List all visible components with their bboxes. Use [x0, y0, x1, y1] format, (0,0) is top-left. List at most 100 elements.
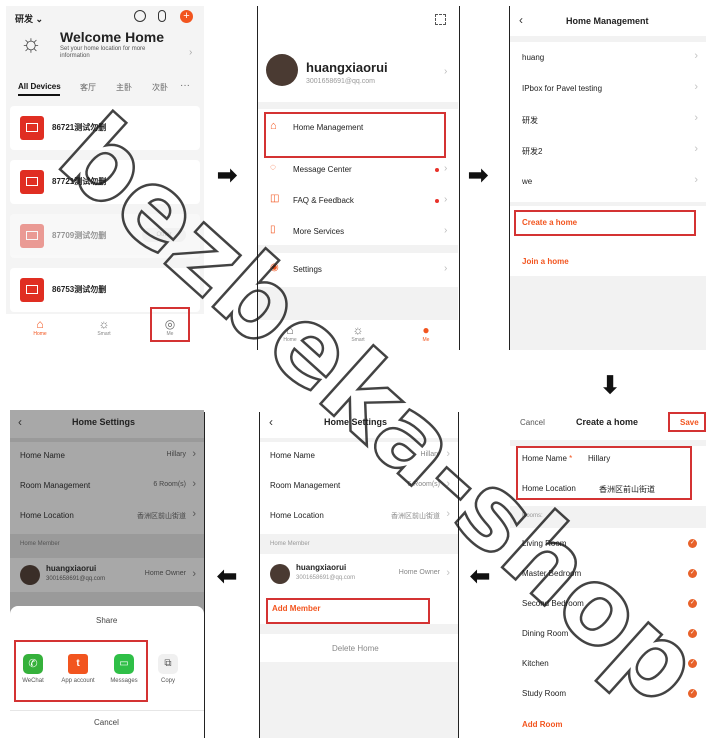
- check-icon: ✓: [688, 659, 697, 668]
- home-list-item[interactable]: we ›: [510, 174, 706, 194]
- highlight-create-home: [514, 210, 696, 236]
- device-name: 87709测试勿删: [52, 231, 107, 240]
- room-item[interactable]: Study Room ✓: [510, 686, 706, 706]
- add-room-button[interactable]: Add Room: [522, 720, 562, 729]
- rooms-label: Rooms:: [522, 513, 543, 519]
- scan-icon[interactable]: [435, 14, 446, 25]
- menu-settings[interactable]: ◉ Settings ›: [258, 253, 458, 287]
- tab-master-bedroom[interactable]: 主卧: [116, 82, 132, 93]
- device-card[interactable]: 87721测试勿删: [10, 160, 200, 204]
- panel-divider: [204, 412, 205, 738]
- camera-icon[interactable]: [134, 10, 146, 22]
- arrow-right-icon: ➡: [468, 162, 489, 189]
- faq-icon: ◫: [270, 193, 280, 204]
- join-home-button[interactable]: Join a home: [522, 257, 569, 266]
- smart-icon: ☼: [352, 323, 364, 337]
- back-icon[interactable]: ‹: [18, 415, 22, 429]
- arrow-left-icon: ⬅: [470, 563, 491, 590]
- device-icon: [20, 170, 44, 194]
- unread-dot: [435, 199, 439, 203]
- home-location-row[interactable]: Home Location 香洲区前山街道 ›: [260, 508, 458, 528]
- member-row[interactable]: huangxiaorui 3001658691@qq.com Home Owne…: [260, 560, 458, 588]
- device-card[interactable]: 87709测试勿删 Other: [10, 214, 200, 258]
- welcome-title: Welcome Home: [60, 29, 164, 45]
- room-item[interactable]: Second Bedroom ✓: [510, 596, 706, 616]
- room-management-row: Room Management 6 Room(s) ›: [20, 478, 196, 490]
- home-icon: ⌂: [286, 323, 294, 337]
- me-icon: ●: [422, 323, 430, 337]
- highlight-add-member: [266, 598, 430, 624]
- add-icon[interactable]: +: [180, 10, 193, 23]
- device-card[interactable]: 86753测试勿删: [10, 268, 200, 312]
- tab-living-room[interactable]: 客厅: [80, 82, 96, 93]
- tab-all-devices[interactable]: All Devices: [18, 82, 61, 91]
- device-card[interactable]: 86721测试勿删: [10, 106, 200, 150]
- cancel-button[interactable]: Cancel: [520, 418, 545, 427]
- room-management-row[interactable]: Room Management 6 Room(s) ›: [260, 478, 458, 498]
- menu-message-center[interactable]: ◌ Message Center ›: [258, 158, 458, 184]
- highlight-home-management: [264, 112, 446, 158]
- nav-home[interactable]: ⌂ Home: [28, 317, 52, 337]
- nav-me[interactable]: ● Me: [414, 323, 438, 343]
- copy-icon: ⧉: [158, 654, 178, 674]
- back-icon[interactable]: ‹: [269, 415, 273, 429]
- bookmark-icon: ▯: [270, 224, 276, 235]
- highlight-save: [668, 412, 706, 432]
- user-email: 3001658691@qq.com: [306, 78, 375, 85]
- home-list-item[interactable]: huang ›: [510, 50, 706, 70]
- arrow-left-icon: ⬅: [217, 563, 238, 590]
- home-list-item[interactable]: 研发2 ›: [510, 143, 706, 163]
- home-list-item[interactable]: 研发 ›: [510, 112, 706, 132]
- section-label: Home Member: [270, 541, 310, 547]
- arrow-right-icon: ➡: [217, 162, 238, 189]
- settings-icon: ◉: [270, 262, 279, 273]
- avatar[interactable]: [266, 54, 298, 86]
- cancel-button[interactable]: Cancel: [94, 718, 119, 727]
- room-item[interactable]: Master Bedroom ✓: [510, 566, 706, 586]
- check-icon: ✓: [688, 629, 697, 638]
- room-item[interactable]: Dining Room ✓: [510, 626, 706, 646]
- page-title: Home Settings: [72, 417, 136, 427]
- nav-smart[interactable]: ☼ Smart: [346, 323, 370, 343]
- welcome-subtitle: Set your home location for more informat…: [60, 46, 146, 59]
- device-name: 86721测试勿删: [52, 123, 107, 132]
- share-copy[interactable]: ⧉ Copy: [154, 654, 182, 684]
- room-item[interactable]: Living Room ✓: [510, 536, 706, 556]
- room-item[interactable]: Kitchen ✓: [510, 656, 706, 676]
- page-title: Create a home: [576, 417, 639, 427]
- username: huangxiaorui: [306, 60, 388, 75]
- member-row: huangxiaorui 3001658691@qq.com Home Owne…: [10, 558, 204, 592]
- menu-faq-feedback[interactable]: ◫ FAQ & Feedback ›: [258, 189, 458, 215]
- arrow-down-icon: ⬇: [600, 372, 621, 399]
- nav-smart[interactable]: ☼ Smart: [92, 317, 116, 337]
- delete-home-button[interactable]: Delete Home: [332, 644, 379, 653]
- highlight-share-options: [14, 640, 148, 702]
- device-icon: [20, 116, 44, 140]
- check-icon: ✓: [688, 599, 697, 608]
- device-action-button[interactable]: Other: [142, 228, 186, 242]
- bottom-nav: ⌂ Home ☼ Smart ● Me: [258, 320, 458, 350]
- tab-second-bedroom[interactable]: 次卧: [152, 82, 168, 93]
- home-list-item[interactable]: IPbox for Pavel testing ›: [510, 81, 706, 101]
- device-name: 87721测试勿删: [52, 177, 107, 186]
- share-sheet: Share ✆ WeChat t App account ▭ Messages …: [10, 606, 204, 738]
- home-icon: ⌂: [36, 317, 44, 331]
- highlight-name-location: [516, 446, 692, 500]
- chevron-right-icon[interactable]: ›: [189, 47, 192, 58]
- section-label: Home Member: [20, 541, 60, 547]
- check-icon: ✓: [688, 539, 697, 548]
- nav-home[interactable]: ⌂ Home: [278, 323, 302, 343]
- avatar: [270, 564, 290, 584]
- location-selector[interactable]: 研发 ⌄: [15, 12, 43, 25]
- smart-icon: ☼: [98, 317, 110, 331]
- panel-divider: [458, 412, 459, 738]
- back-icon[interactable]: ‹: [519, 13, 523, 27]
- menu-more-services[interactable]: ▯ More Services ›: [258, 220, 458, 246]
- more-tabs-icon[interactable]: ···: [180, 80, 190, 91]
- mic-icon[interactable]: [158, 10, 166, 22]
- home-name-row[interactable]: Home Name Hillary ›: [260, 448, 458, 468]
- home-name-row: Home Name Hillary ›: [20, 448, 196, 460]
- check-icon: ✓: [688, 569, 697, 578]
- screen-me: huangxiaorui 3001658691@qq.com › ⌂ Home …: [258, 6, 458, 350]
- check-icon: ✓: [688, 689, 697, 698]
